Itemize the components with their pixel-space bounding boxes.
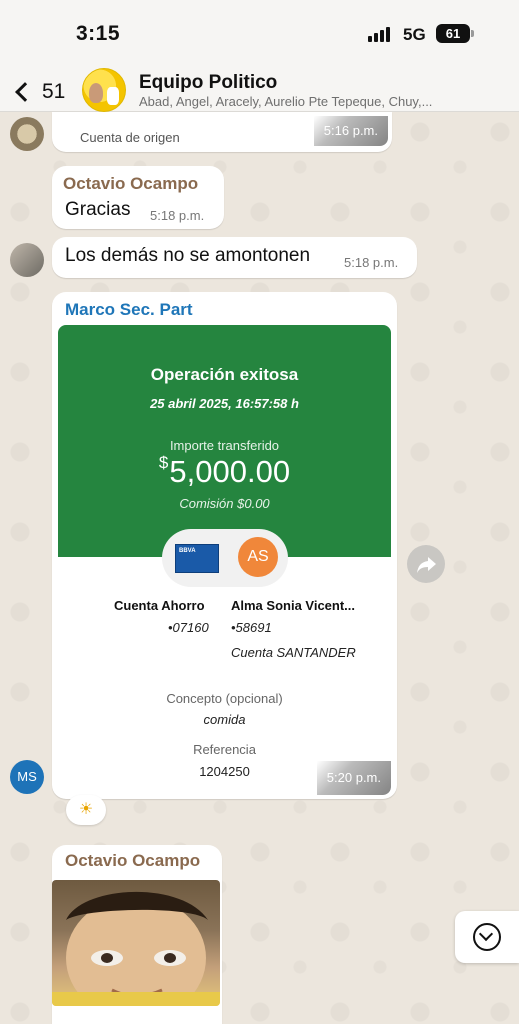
accounts-pill: BBVA AS (162, 529, 288, 587)
dest-bank: Cuenta SANTANDER (231, 645, 356, 660)
message-time: 5:18 p.m. (150, 208, 205, 223)
battery-icon: 61 (436, 24, 470, 43)
bank-card-icon: BBVA (175, 544, 219, 573)
chat-header: 3:15 5G 61 51 Equipo Politico Abad, Ange… (0, 0, 519, 112)
avatar[interactable] (10, 243, 44, 277)
amount-value: $5,000.00 (58, 453, 391, 490)
chevron-left-icon (15, 82, 35, 102)
child-photo (52, 891, 220, 1006)
scroll-to-bottom-button[interactable] (455, 911, 519, 963)
text-message[interactable]: Los demás no se amontonen 5:18 p.m. (52, 237, 417, 278)
group-members: Abad, Angel, Aracely, Aurelio Pte Tepequ… (139, 94, 433, 109)
avatar[interactable]: MS (10, 760, 44, 794)
message-text: Gracias (65, 199, 131, 220)
message-time: 5:18 p.m. (344, 255, 399, 270)
sender-name[interactable]: Marco Sec. Part (65, 300, 193, 320)
network-type: 5G (403, 25, 426, 44)
back-button[interactable]: 51 (12, 78, 72, 106)
photo-thumbnail[interactable] (52, 880, 220, 1006)
group-name[interactable]: Equipo Politico (139, 72, 277, 94)
receipt-date: 25 abril 2025, 16:57:58 h (150, 396, 299, 411)
sender-name[interactable]: Octavio Ocampo (63, 174, 198, 194)
message-text: Los demás no se amontonen (65, 245, 311, 266)
message-time: 5:16 p.m. (313, 116, 388, 146)
group-avatar[interactable] (82, 68, 126, 112)
dest-account-number: •58691 (231, 620, 272, 635)
unread-count: 51 (42, 80, 66, 103)
text-message[interactable]: Octavio Ocampo Gracias 5:18 p.m. (52, 166, 224, 229)
receipt-title: Operación exitosa (150, 365, 299, 384)
concept-value: comida (203, 712, 246, 727)
image-caption: Cuenta de origen (80, 130, 180, 145)
origin-account-number: •07160 (168, 620, 209, 635)
currency-symbol: $ (158, 453, 169, 472)
message-time: 5:20 p.m. (316, 761, 391, 795)
reaction-badge[interactable]: ☀ (66, 795, 106, 825)
dest-account-name: Alma Sonia Vicent... (231, 598, 356, 613)
bank-logo: BBVA (179, 548, 196, 554)
forward-button[interactable] (407, 545, 445, 583)
amount-label: Importe transferido (169, 438, 280, 453)
forward-icon (417, 557, 436, 573)
receipt-header: Operación exitosa 25 abril 2025, 16:57:5… (58, 325, 391, 557)
recipient-initials: AS (238, 537, 278, 577)
status-time: 3:15 (76, 22, 121, 45)
origin-account-name: Cuenta Ahorro (114, 598, 205, 613)
amount-number: 5,000.00 (169, 454, 291, 489)
commission: Comisión $0.00 (179, 496, 270, 511)
reference-label: Referencia (193, 742, 256, 757)
signal-icon (368, 26, 394, 42)
transfer-receipt-image[interactable]: Operación exitosa 25 abril 2025, 16:57:5… (58, 325, 391, 795)
sender-name[interactable]: Octavio Ocampo (65, 851, 200, 871)
concept-label: Concepto (opcional) (166, 691, 283, 706)
battery-tip (471, 30, 474, 37)
avatar[interactable] (10, 117, 44, 151)
image-message[interactable]: Cuenta de origen 5:16 p.m. (52, 112, 392, 152)
